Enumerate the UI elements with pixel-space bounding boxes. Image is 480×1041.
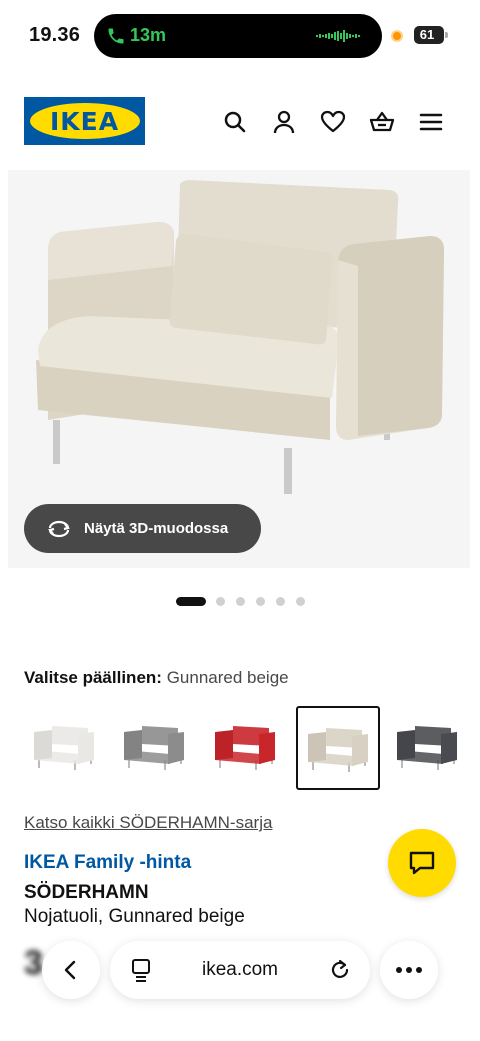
browser-back-button[interactable]	[42, 941, 100, 999]
menu-icon[interactable]	[418, 109, 444, 135]
rotate-3d-icon	[48, 520, 70, 537]
chat-button[interactable]	[388, 829, 456, 897]
variant-selected-value: Gunnared beige	[166, 668, 289, 687]
dynamic-island[interactable]: 13m	[94, 14, 382, 58]
reload-icon[interactable]	[328, 958, 352, 982]
battery-level: 61	[419, 27, 435, 42]
browser-more-button[interactable]	[380, 941, 438, 999]
carousel-dot[interactable]	[256, 597, 265, 606]
more-icon	[396, 967, 422, 973]
armchair-thumbnail	[124, 726, 184, 770]
heart-icon[interactable]	[320, 109, 346, 135]
call-duration: 13m	[130, 25, 167, 45]
product-name: SÖDERHAMN	[24, 882, 149, 903]
product-price: 3	[24, 944, 43, 982]
series-link[interactable]: Katso kaikki SÖDERHAMN-sarja	[24, 813, 272, 833]
phone-icon	[108, 28, 124, 44]
basket-icon[interactable]	[369, 109, 395, 135]
variant-heading: Valitse päällinen: Gunnared beige	[24, 668, 289, 688]
variant-swatch[interactable]	[114, 706, 198, 790]
carousel-dot[interactable]	[176, 597, 206, 606]
address-bar[interactable]: ikea.com	[110, 941, 370, 999]
status-time: 19.36	[29, 24, 81, 46]
ikea-logo[interactable]: IKEA	[24, 97, 145, 145]
carousel-dot[interactable]	[216, 597, 225, 606]
logo-text: IKEA	[49, 106, 120, 136]
variant-swatch[interactable]	[205, 706, 289, 790]
variant-heading-label: Valitse päällinen:	[24, 668, 162, 687]
variant-swatch[interactable]	[24, 706, 108, 790]
audio-wave-icon	[316, 30, 360, 42]
armchair-thumbnail	[215, 726, 275, 770]
account-icon[interactable]	[271, 109, 297, 135]
family-price-label: IKEA Family -hinta	[24, 852, 192, 873]
carousel-dot[interactable]	[236, 597, 245, 606]
variant-swatch[interactable]	[296, 706, 380, 790]
carousel-dot[interactable]	[296, 597, 305, 606]
search-icon[interactable]	[222, 109, 248, 135]
armchair-thumbnail	[34, 726, 94, 770]
variant-swatch[interactable]	[387, 706, 471, 790]
carousel-dot[interactable]	[276, 597, 285, 606]
chevron-left-icon	[64, 960, 76, 980]
view-3d-label: Näytä 3D-muodossa	[84, 520, 229, 537]
product-description: Nojatuoli, Gunnared beige	[24, 906, 245, 927]
view-3d-button[interactable]: Näytä 3D-muodossa	[24, 504, 261, 553]
armchair-thumbnail	[397, 726, 457, 770]
recording-indicator	[391, 30, 403, 42]
chat-icon	[409, 851, 435, 875]
carousel-indicator[interactable]	[176, 597, 316, 606]
battery-icon: 61	[414, 26, 448, 44]
armchair-thumbnail	[308, 728, 368, 772]
